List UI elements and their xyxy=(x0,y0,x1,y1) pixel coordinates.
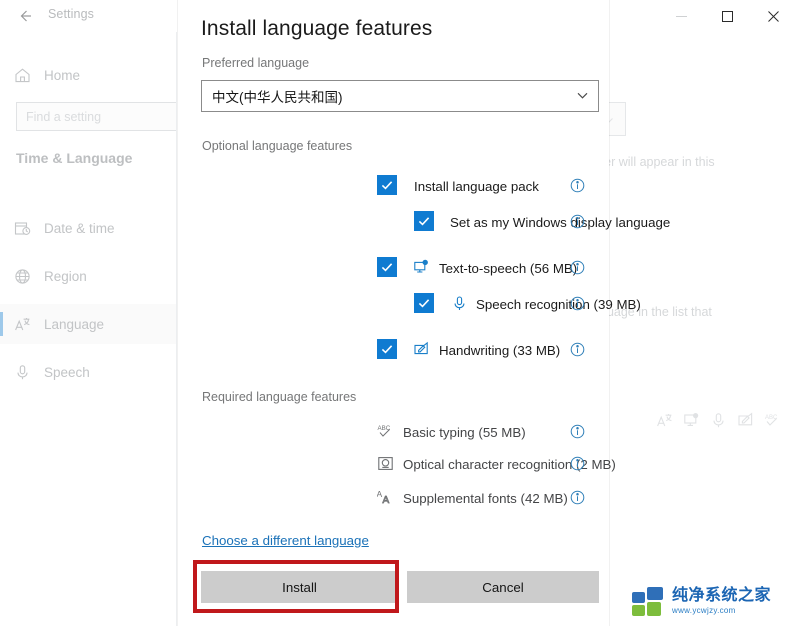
feature-row-handwriting[interactable]: Handwriting (33 MB) xyxy=(178,336,609,364)
sidebar-item-label: Home xyxy=(44,67,81,83)
feature-row-ocr: Optical character recognition (2 MB) xyxy=(178,450,616,478)
text-to-speech-icon xyxy=(683,412,700,434)
background-text-line-1: rer will appear in this xyxy=(600,155,715,169)
feature-label: Install language pack xyxy=(414,178,539,194)
watermark-name: 纯净系统之家 xyxy=(672,586,772,604)
info-icon[interactable] xyxy=(570,260,586,276)
dialog-title: Install language features xyxy=(201,17,433,40)
back-arrow-icon[interactable] xyxy=(10,2,40,30)
fonts-icon: A A xyxy=(377,489,394,506)
maximize-icon[interactable] xyxy=(704,0,750,32)
preferred-language-value: 中文(中华人民共和国) xyxy=(212,90,343,105)
minimize-icon[interactable] xyxy=(658,0,704,32)
watermark-logo-icon xyxy=(632,586,666,616)
required-features-label: Required language features xyxy=(202,390,357,404)
home-icon xyxy=(14,67,44,84)
background-feature-icons: ABC xyxy=(656,412,781,434)
abc-check-icon: ABC xyxy=(377,423,394,440)
info-icon[interactable] xyxy=(570,456,586,472)
text-to-speech-icon xyxy=(413,259,430,276)
basic-typing-icon: ABC xyxy=(764,412,781,434)
feature-label: Set as my Windows display language xyxy=(450,214,671,230)
feature-label: Basic typing (55 MB) xyxy=(403,424,526,440)
language-icon xyxy=(656,412,673,434)
feature-row-text-to-speech[interactable]: Text-to-speech (56 MB) xyxy=(178,254,609,282)
install-language-features-dialog: Install language features Preferred lang… xyxy=(178,0,670,626)
feature-label: Text-to-speech (56 MB) xyxy=(439,260,578,276)
sidebar-section-title: Time & Language xyxy=(16,150,133,166)
feature-row-supplemental-fonts: A A Supplemental fonts (42 MB) xyxy=(178,484,609,512)
sidebar-item-date-time[interactable]: Date & time xyxy=(0,208,176,248)
microphone-icon xyxy=(14,364,44,381)
watermark: 纯净系统之家 www.ycwjzy.com xyxy=(632,580,790,622)
choose-different-language-link[interactable]: Choose a different language xyxy=(202,533,369,548)
checkbox-speech-recognition[interactable] xyxy=(414,293,434,313)
sidebar-item-region[interactable]: Region xyxy=(0,256,176,296)
window-controls xyxy=(658,0,796,32)
handwriting-icon xyxy=(413,341,430,358)
sidebar-item-language[interactable]: Language xyxy=(0,304,176,344)
screen: Settings Home Find a setting Time & Lang… xyxy=(0,0,796,626)
sidebar-item-home[interactable]: Home xyxy=(0,55,176,95)
handwriting-icon xyxy=(737,412,754,434)
info-icon[interactable] xyxy=(570,490,586,506)
sidebar: Home Find a setting Time & Language Date… xyxy=(0,32,194,626)
feature-label: Speech recognition (39 MB) xyxy=(476,296,641,312)
sidebar-item-label: Speech xyxy=(44,364,90,380)
checkbox-text-to-speech[interactable] xyxy=(377,257,397,277)
preferred-language-dropdown[interactable]: 中文(中华人民共和国) xyxy=(201,80,599,112)
svg-text:A: A xyxy=(383,495,390,506)
info-icon[interactable] xyxy=(570,342,586,358)
language-icon xyxy=(14,316,44,333)
svg-text:ABC: ABC xyxy=(378,425,391,432)
ocr-icon xyxy=(377,455,394,472)
sidebar-item-label: Region xyxy=(44,268,87,284)
info-icon[interactable] xyxy=(570,424,586,440)
sidebar-item-label: Date & time xyxy=(44,220,115,236)
info-icon[interactable] xyxy=(570,296,586,312)
sidebar-item-label: Language xyxy=(44,316,105,332)
feature-row-speech-recognition[interactable]: Speech recognition (39 MB) xyxy=(178,290,641,318)
content-divider xyxy=(176,32,177,626)
feature-label: Supplemental fonts (42 MB) xyxy=(403,490,568,506)
feature-row-install-language-pack[interactable]: Install language pack xyxy=(178,172,609,200)
checkbox-handwriting[interactable] xyxy=(377,339,397,359)
install-button[interactable]: Install xyxy=(201,571,398,603)
calendar-clock-icon xyxy=(14,220,44,237)
cancel-button[interactable]: Cancel xyxy=(407,571,599,603)
app-title: Settings xyxy=(48,7,94,21)
search-placeholder: Find a setting xyxy=(26,109,102,124)
microphone-icon xyxy=(710,412,727,434)
preferred-language-label: Preferred language xyxy=(202,56,310,70)
close-icon[interactable] xyxy=(750,0,796,32)
watermark-url: www.ycwjzy.com xyxy=(672,605,736,615)
feature-label: Handwriting (33 MB) xyxy=(439,342,561,358)
microphone-icon xyxy=(451,295,468,312)
sidebar-item-speech[interactable]: Speech xyxy=(0,352,176,392)
checkbox-set-display-language[interactable] xyxy=(414,211,434,231)
info-icon[interactable] xyxy=(570,214,586,230)
svg-text:ABC: ABC xyxy=(765,415,778,421)
feature-row-basic-typing: ABC Basic typing (55 MB) xyxy=(178,418,609,446)
feature-row-set-display-language[interactable]: Set as my Windows display language xyxy=(178,208,670,236)
globe-icon xyxy=(14,268,44,285)
search-input[interactable]: Find a setting xyxy=(16,102,194,131)
optional-features-label: Optional language features xyxy=(202,139,353,153)
chevron-down-icon xyxy=(576,89,589,107)
info-icon[interactable] xyxy=(570,178,586,194)
checkbox-install-language-pack[interactable] xyxy=(377,175,397,195)
